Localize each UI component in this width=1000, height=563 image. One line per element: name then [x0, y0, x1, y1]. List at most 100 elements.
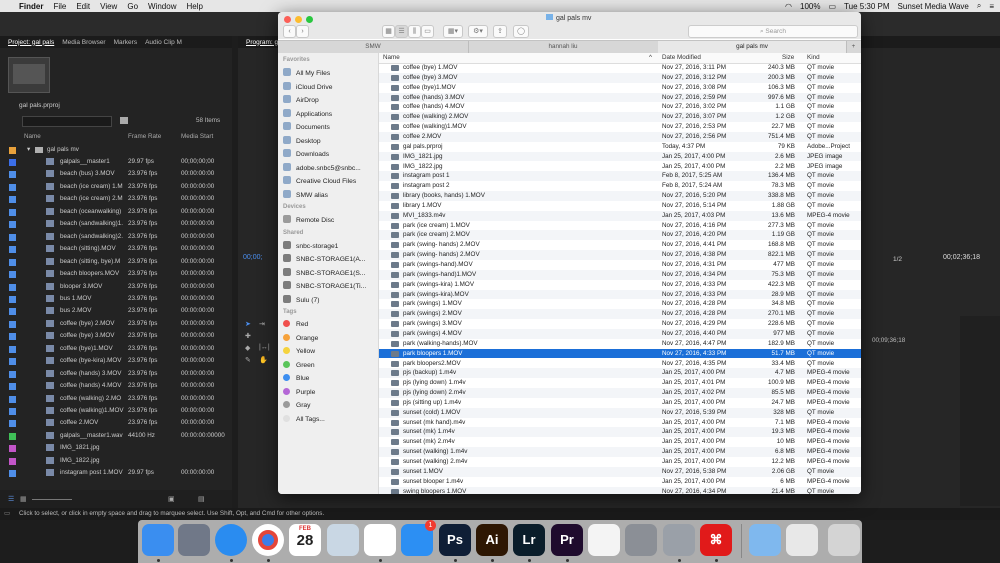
- razor-tool-icon[interactable]: ◆: [245, 344, 250, 352]
- clear-icon[interactable]: ▤: [198, 495, 205, 503]
- project-item-row[interactable]: galpals__master1 29.97 fps 00;00;00;00: [0, 156, 232, 168]
- label-color-swatch[interactable]: [9, 221, 16, 229]
- battery-icon[interactable]: ▭: [828, 2, 836, 11]
- project-item-row[interactable]: galpals__master1.wav 44100 Hz 00:00:00:000…: [0, 430, 232, 442]
- photos-icon[interactable]: [364, 524, 396, 556]
- project-item-row[interactable]: beach (sandwalking)2. 23.976 fps 00:00:00:…: [0, 231, 232, 243]
- sidebar-item-device[interactable]: Remote Disc: [283, 215, 334, 226]
- file-row[interactable]: park (swings) 3.MOV Nov 27, 2016, 4:29 PM…: [379, 319, 861, 329]
- project-item-row[interactable]: IMG_1821.jpg: [0, 442, 232, 454]
- file-row[interactable]: sunset (mk) 2.m4v Jan 25, 2017, 4:00 PM 10…: [379, 437, 861, 447]
- file-row[interactable]: park (swings-hand)1.MOV Nov 27, 2016, 4:3…: [379, 269, 861, 280]
- file-row[interactable]: park (swing- hands) 2.MOV Nov 27, 2016, 4…: [379, 250, 861, 260]
- menu-file[interactable]: File: [53, 2, 66, 11]
- sidebar-item-favorite[interactable]: AirDrop: [283, 95, 319, 106]
- tab-smw[interactable]: SMW: [278, 41, 469, 53]
- chrome-icon[interactable]: [252, 524, 284, 556]
- file-row[interactable]: swing bloopers 1.MOV Nov 27, 2016, 4:34 P…: [379, 486, 861, 494]
- file-row[interactable]: park bloopers2.MOV Nov 27, 2016, 4:35 PM 3…: [379, 359, 861, 369]
- file-row[interactable]: pjs (lying down) 2.m4v Jan 25, 2017, 4:02…: [379, 388, 861, 398]
- file-row[interactable]: park (swing- hands) 2.MOV Nov 27, 2016, 4…: [379, 240, 861, 250]
- tab-gal-pals-mv[interactable]: gal pals mv: [658, 41, 847, 53]
- label-color-swatch[interactable]: [9, 408, 16, 415]
- sidebar-item-favorite[interactable]: SMW alias: [283, 189, 328, 201]
- label-color-swatch[interactable]: [9, 383, 16, 391]
- icon-view-icon[interactable]: ▦: [20, 495, 27, 503]
- sidebar-item-tag[interactable]: Green: [283, 360, 315, 372]
- sidebar-item-shared[interactable]: SNBC-STORAGE1(Ti...: [283, 281, 366, 292]
- document-stack-icon[interactable]: [786, 524, 818, 556]
- label-color-swatch[interactable]: [9, 470, 16, 478]
- safari-icon[interactable]: [215, 524, 247, 556]
- project-item-row[interactable]: coffee (bye-kira).MOV 23.976 fps 00:00:00:…: [0, 355, 232, 367]
- file-row[interactable]: IMG_1822.jpg Jan 25, 2017, 4:00 PM 2.2 MB J…: [379, 162, 861, 172]
- user-name[interactable]: Sunset Media Wave: [898, 2, 969, 11]
- project-item-row[interactable]: beach (sandwalking)1. 23.976 fps 00:00:00:…: [0, 218, 232, 230]
- minimize-button[interactable]: [295, 16, 302, 23]
- file-row[interactable]: park (swings-kira) 1.MOV Nov 27, 2016, 4:…: [379, 280, 861, 290]
- file-row[interactable]: park (ice cream) 2.MOV Nov 27, 2016, 4:20…: [379, 230, 861, 241]
- column-media-start[interactable]: Media Start: [181, 133, 213, 140]
- file-row[interactable]: park (walking-hands).MOV Nov 27, 2016, 4:…: [379, 339, 861, 349]
- menu-window[interactable]: Window: [148, 2, 176, 11]
- project-search-input[interactable]: [22, 116, 112, 127]
- project-item-row[interactable]: beach bloopers.MOV 23.976 fps 00:00:00:00: [0, 268, 232, 280]
- forward-button[interactable]: ›: [296, 25, 309, 38]
- label-color-swatch[interactable]: [9, 345, 16, 353]
- ripple-edit-tool-icon[interactable]: ✚: [245, 332, 251, 340]
- file-row[interactable]: coffee (walking) 2.MOV Nov 27, 2016, 3:07…: [379, 112, 861, 123]
- file-row[interactable]: sunset (walking) 2.m4v Jan 25, 2017, 4:00…: [379, 457, 861, 467]
- label-color-swatch[interactable]: [9, 445, 16, 453]
- project-item-row[interactable]: beach (sitting, bye).M 23.976 fps 00:00:00…: [0, 256, 232, 268]
- clock[interactable]: Tue 5:30 PM: [844, 2, 890, 11]
- sidebar-item-favorite[interactable]: iCloud Drive: [283, 81, 332, 93]
- menu-help[interactable]: Help: [186, 2, 202, 11]
- project-item-row[interactable]: coffee (bye)1.MOV 23.976 fps 00:00:00:00: [0, 343, 232, 355]
- new-item-icon[interactable]: ▣: [168, 495, 175, 503]
- label-color-swatch[interactable]: [9, 196, 16, 204]
- tab-hannah-liu[interactable]: hannah liu: [468, 41, 659, 53]
- column-date-modified[interactable]: Date Modified: [662, 54, 701, 61]
- preview-icon[interactable]: [327, 524, 359, 556]
- search-icon[interactable]: ⌕: [977, 1, 981, 11]
- sidebar-item-favorite[interactable]: Creative Cloud Files: [283, 176, 356, 187]
- label-color-swatch[interactable]: [9, 333, 16, 341]
- sidebar-item-tag[interactable]: Red: [283, 320, 308, 331]
- file-row[interactable]: park (swings) 4.MOV Nov 27, 2016, 4:40 PM…: [379, 328, 861, 339]
- share-button[interactable]: ⇪: [493, 25, 507, 38]
- file-row[interactable]: coffee (hands) 3.MOV Nov 27, 2016, 2:59 P…: [379, 92, 861, 103]
- label-color-swatch[interactable]: [9, 246, 16, 254]
- zoom-button[interactable]: [306, 16, 313, 23]
- disk-utility-icon[interactable]: [663, 524, 695, 556]
- file-row[interactable]: park (swings) 1.MOV Nov 27, 2016, 4:28 PM…: [379, 299, 861, 309]
- label-color-swatch[interactable]: [9, 159, 16, 166]
- label-color-swatch[interactable]: [9, 420, 16, 428]
- project-item-row[interactable]: coffee (walking) 2.MO 23.976 fps 00:00:00:…: [0, 393, 232, 405]
- sidebar-item-favorite[interactable]: Downloads: [283, 149, 329, 160]
- selection-tool-icon[interactable]: ➤: [245, 320, 251, 328]
- file-row[interactable]: sunset 1.MOV Nov 27, 2016, 5:38 PM 2.06 GB…: [379, 466, 861, 477]
- finder-icon[interactable]: [142, 524, 174, 556]
- zoom-level[interactable]: 1/2: [893, 256, 902, 263]
- sidebar-item-shared[interactable]: SNBC-STORAGE1(S...: [283, 267, 365, 279]
- view-columns-button[interactable]: ⫼: [408, 25, 421, 38]
- label-color-swatch[interactable]: [9, 432, 16, 440]
- file-row[interactable]: sunset (mk) 1.m4v Jan 25, 2017, 4:00 PM 19…: [379, 427, 861, 438]
- project-item-row[interactable]: beach (oceanwalking) 23.976 fps 00:00:00:0…: [0, 206, 232, 218]
- file-row[interactable]: sunset blooper 1.m4v Jan 25, 2017, 4:00 P…: [379, 477, 861, 487]
- project-item-row[interactable]: instagram post 1.MOV 29.97 fps 00:00:00:00: [0, 467, 232, 479]
- premiere-icon[interactable]: Pr: [551, 524, 583, 556]
- column-kind[interactable]: Kind: [807, 54, 820, 61]
- project-item-row[interactable]: blooper 3.MOV 23.976 fps 00:00:00:00: [0, 281, 232, 293]
- calendar-icon[interactable]: FEB 28: [289, 524, 321, 556]
- sidebar-item-favorite[interactable]: Applications: [283, 108, 332, 120]
- textedit-icon[interactable]: [588, 524, 620, 556]
- column-name[interactable]: Name: [383, 54, 400, 61]
- trash-icon[interactable]: [828, 524, 860, 556]
- column-frame-rate[interactable]: Frame Rate: [128, 133, 161, 140]
- file-row[interactable]: park (swings) 2.MOV Nov 27, 2016, 4:28 PM…: [379, 309, 861, 320]
- project-item-row[interactable]: beach (bus) 3.MOV 23.976 fps 00:00:00:00: [0, 168, 232, 180]
- acrobat-icon[interactable]: ⌘: [700, 524, 732, 556]
- menu-list-icon[interactable]: ≡: [989, 2, 994, 11]
- pen-tool-icon[interactable]: ✎: [245, 356, 251, 364]
